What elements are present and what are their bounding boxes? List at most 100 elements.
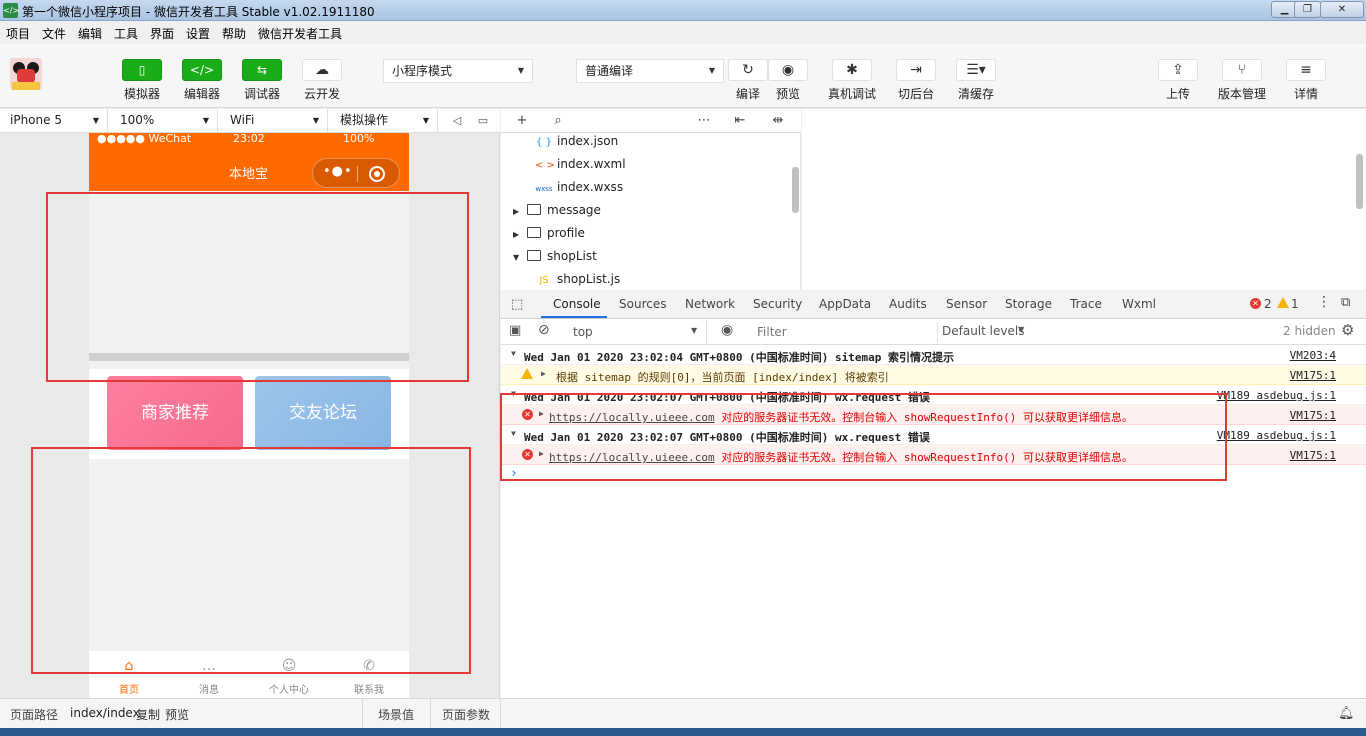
folder-item[interactable]: ▶ message bbox=[513, 199, 601, 222]
close-target-icon[interactable] bbox=[369, 166, 385, 182]
file-name: index.wxss bbox=[557, 180, 624, 194]
console-warning-row[interactable]: ▶ 根据 sitemap 的规则[0]，当前页面 [index/index] 将… bbox=[501, 365, 1366, 385]
file-item[interactable]: { } index.json bbox=[535, 130, 618, 153]
bell-icon[interactable]: 🔔︎ bbox=[1338, 706, 1355, 721]
menu-project[interactable]: 项目 bbox=[6, 25, 30, 42]
inspect-element-icon[interactable]: ⬚ bbox=[511, 297, 523, 312]
merchant-recommend-tile[interactable]: 商家推荐 bbox=[107, 376, 243, 450]
sound-icon[interactable]: ◁ bbox=[446, 109, 468, 132]
version-button[interactable]: ⑂ bbox=[1222, 59, 1262, 81]
tab-sensor[interactable]: Sensor bbox=[946, 297, 987, 311]
remote-debug-button[interactable]: ✱ bbox=[832, 59, 872, 81]
dock-icon[interactable]: ⧉ bbox=[1341, 295, 1350, 310]
operation-select[interactable]: 模拟操作 ▼ bbox=[330, 109, 438, 132]
tab-wxml[interactable]: Wxml bbox=[1122, 297, 1156, 311]
tab-sources[interactable]: Sources bbox=[619, 297, 666, 311]
network-select[interactable]: WiFi ▼ bbox=[220, 109, 328, 132]
details-button[interactable]: ≡ bbox=[1286, 59, 1326, 81]
split-icon[interactable]: ⇹ bbox=[767, 109, 789, 133]
close-button[interactable]: ✕ bbox=[1320, 1, 1364, 18]
chevron-down-icon: ▼ bbox=[513, 253, 520, 262]
clear-console-icon[interactable]: ⊘ bbox=[538, 322, 550, 338]
wxml-file-icon: < > bbox=[535, 160, 555, 171]
chevron-down-icon: ▼ bbox=[517, 66, 524, 75]
console-group-row[interactable]: ▼ Wed Jan 01 2020 23:02:04 GMT+0800 (中国标… bbox=[501, 345, 1366, 365]
title-bar: </> 第一个微信小程序项目 - 微信开发者工具 Stable v1.02.19… bbox=[0, 0, 1366, 21]
copy-path-link[interactable]: 复制 bbox=[136, 706, 160, 723]
folder-item[interactable]: ▼ shopList bbox=[513, 245, 597, 268]
app-logo-icon: </> bbox=[3, 3, 19, 18]
more-icon[interactable]: ⋯ bbox=[693, 109, 715, 133]
menu-wechat-devtools[interactable]: 微信开发者工具 bbox=[258, 25, 342, 42]
log-source-link[interactable]: VM175:1 bbox=[1290, 369, 1336, 382]
simulator-toggle-button[interactable]: ▯ bbox=[122, 59, 162, 81]
tab-security[interactable]: Security bbox=[753, 297, 802, 311]
log-levels-select[interactable]: Default levels bbox=[942, 324, 1024, 338]
file-item[interactable]: wxss index.wxss bbox=[535, 176, 623, 199]
sidebar-toggle-icon[interactable]: ▣ bbox=[509, 323, 521, 338]
tab-network[interactable]: Network bbox=[685, 297, 735, 311]
more-icon[interactable]: •●• bbox=[323, 164, 353, 179]
tab-appdata[interactable]: AppData bbox=[819, 297, 871, 311]
window-title: 第一个微信小程序项目 - 微信开发者工具 Stable v1.02.191118… bbox=[22, 5, 375, 19]
cloud-dev-button[interactable]: ☁ bbox=[302, 59, 342, 81]
maximize-button[interactable]: ❐ bbox=[1294, 1, 1321, 18]
file-item[interactable]: JS shopList.js bbox=[535, 268, 620, 291]
editor-scrollbar[interactable] bbox=[1356, 154, 1363, 209]
log-source-link[interactable]: VM189 asdebug.js:1 bbox=[1217, 389, 1336, 402]
menu-help[interactable]: 帮助 bbox=[222, 25, 246, 42]
menu-edit[interactable]: 编辑 bbox=[78, 25, 102, 42]
folder-open-icon bbox=[527, 250, 541, 261]
gear-icon[interactable]: ⚙ bbox=[1341, 321, 1354, 339]
page-path-value: index/index bbox=[70, 706, 140, 720]
eye-icon[interactable]: ◉ bbox=[721, 322, 733, 338]
debug-icon: ⇆ bbox=[256, 63, 268, 77]
log-source-link[interactable]: VM175:1 bbox=[1290, 409, 1336, 422]
page-path-label: 页面路径 bbox=[10, 708, 59, 722]
kebab-menu-icon[interactable]: ⋮ bbox=[1317, 294, 1331, 310]
user-avatar[interactable] bbox=[10, 58, 42, 90]
preview-button[interactable]: ◉ bbox=[768, 59, 808, 81]
log-source-link[interactable]: VM175:1 bbox=[1290, 449, 1336, 462]
collapse-icon[interactable]: ⇤ bbox=[729, 109, 751, 133]
file-name: shopList.js bbox=[557, 272, 621, 286]
mode-select[interactable]: 小程序模式 ▼ bbox=[383, 59, 533, 83]
error-count[interactable]: 2 bbox=[1264, 297, 1272, 311]
editor-toggle-button[interactable]: </> bbox=[182, 59, 222, 81]
social-forum-tile[interactable]: 交友论坛 bbox=[255, 376, 391, 450]
compile-mode-select[interactable]: 普通编译 ▼ bbox=[576, 59, 724, 83]
compile-button[interactable]: ↻ bbox=[728, 59, 768, 81]
detach-window-icon[interactable]: ▭ bbox=[472, 109, 494, 132]
page-params-button[interactable]: 页面参数 bbox=[442, 706, 490, 723]
tab-console[interactable]: Console bbox=[553, 297, 601, 311]
menu-file[interactable]: 文件 bbox=[42, 25, 66, 42]
details-label: 详情 bbox=[1293, 87, 1318, 101]
folder-item[interactable]: ▶ profile bbox=[513, 222, 585, 245]
log-source-link[interactable]: VM203:4 bbox=[1290, 349, 1336, 362]
warning-count[interactable]: 1 bbox=[1291, 297, 1299, 311]
file-item[interactable]: < > index.wxml bbox=[535, 153, 626, 176]
tab-trace[interactable]: Trace bbox=[1070, 297, 1102, 311]
menu-settings[interactable]: 设置 bbox=[186, 25, 210, 42]
device-select[interactable]: iPhone 5 ▼ bbox=[0, 109, 108, 132]
log-source-link[interactable]: VM189 asdebug.js:1 bbox=[1217, 429, 1336, 442]
upload-button[interactable]: ⇪ bbox=[1158, 59, 1198, 81]
filter-input[interactable] bbox=[753, 322, 933, 342]
menu-tools[interactable]: 工具 bbox=[114, 25, 138, 42]
scene-value-button[interactable]: 场景值 bbox=[378, 706, 414, 723]
add-icon[interactable]: + bbox=[511, 109, 533, 133]
branch-icon: ⑂ bbox=[1237, 62, 1247, 78]
capsule-menu[interactable]: •●• bbox=[312, 158, 400, 188]
context-select[interactable]: top ▼ bbox=[565, 321, 707, 343]
menu-interface[interactable]: 界面 bbox=[150, 25, 174, 42]
compile-mode-value: 普通编译 bbox=[585, 64, 634, 78]
debugger-toggle-button[interactable]: ⇆ bbox=[242, 59, 282, 81]
preview-path-link[interactable]: 预览 bbox=[165, 706, 189, 723]
tab-storage[interactable]: Storage bbox=[1005, 297, 1052, 311]
tab-audits[interactable]: Audits bbox=[889, 297, 927, 311]
operation-value: 模拟操作 bbox=[340, 113, 389, 127]
clear-cache-button[interactable]: ☰▾ bbox=[956, 59, 996, 81]
background-button[interactable]: ⇥ bbox=[896, 59, 936, 81]
file-tree-scrollbar[interactable] bbox=[792, 167, 799, 213]
zoom-select[interactable]: 100% ▼ bbox=[110, 109, 218, 132]
